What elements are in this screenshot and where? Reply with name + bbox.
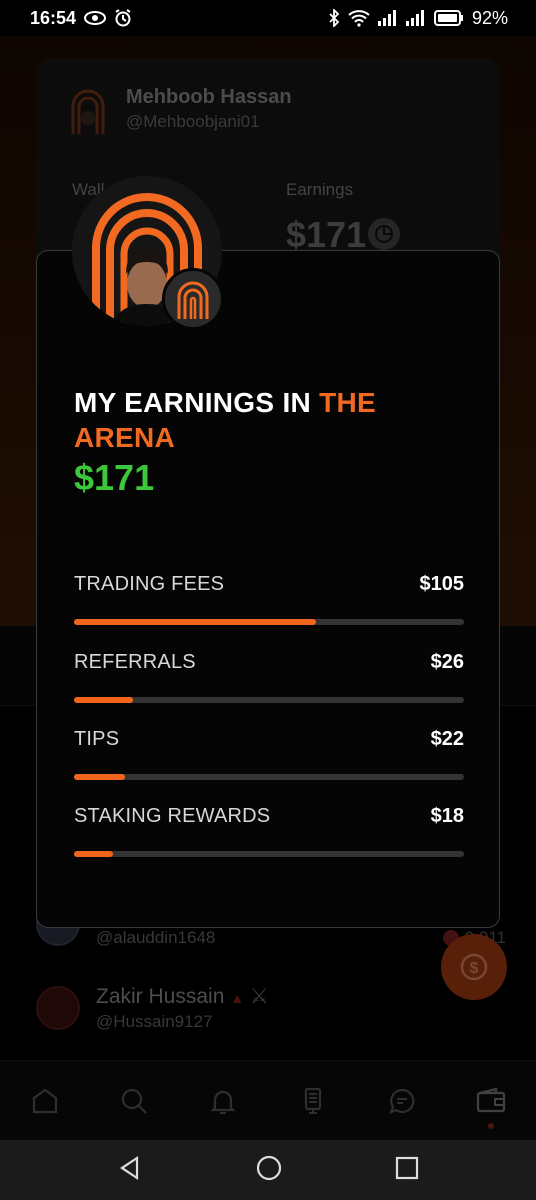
earnings-value: $22 — [430, 728, 464, 750]
battery-percent: 92% — [471, 7, 508, 28]
back-icon — [119, 1155, 138, 1180]
recents-button[interactable] — [395, 1156, 419, 1185]
system-nav-bar — [0, 1140, 536, 1200]
wifi-icon — [348, 9, 370, 27]
arena-logo-badge — [162, 268, 224, 330]
earnings-row-staking-rewards: STAKING REWARDS $18 — [74, 805, 464, 865]
home-button[interactable] — [256, 1155, 282, 1186]
earnings-label: TRADING FEES — [74, 573, 225, 595]
signal-icon — [377, 10, 398, 26]
status-bar: 16:54 92% — [0, 0, 536, 36]
progress-track — [74, 774, 464, 780]
earnings-row-referrals: REFERRALS $26 — [74, 651, 464, 711]
earnings-label: TIPS — [74, 728, 120, 750]
earnings-label: REFERRALS — [74, 651, 196, 673]
earnings-row-tips: TIPS $22 — [74, 728, 464, 788]
back-button[interactable] — [117, 1155, 143, 1186]
arena-logo-icon — [177, 281, 209, 319]
earnings-value: $18 — [430, 805, 464, 827]
progress-fill — [74, 697, 133, 703]
modal-title: MY EARNINGS IN THE ARENA — [74, 387, 377, 453]
earnings-value: $26 — [430, 651, 464, 673]
progress-track — [74, 851, 464, 857]
progress-fill — [74, 774, 125, 780]
progress-track — [74, 619, 464, 625]
signal-icon-2 — [405, 10, 426, 26]
recents-icon — [396, 1156, 419, 1179]
earnings-row-trading-fees: TRADING FEES $105 — [74, 573, 464, 633]
eye-icon — [84, 11, 107, 25]
progress-fill — [74, 619, 316, 625]
home-circle-icon — [256, 1155, 282, 1180]
earnings-modal: MY EARNINGS IN THE ARENA $171 TRADING FE… — [36, 250, 500, 928]
earnings-value: $105 — [419, 573, 465, 595]
bluetooth-icon — [328, 9, 340, 27]
battery-icon — [433, 10, 464, 26]
progress-fill — [74, 851, 113, 857]
total-earnings: $171 — [74, 457, 155, 498]
earnings-label: STAKING REWARDS — [74, 805, 271, 827]
status-time: 16:54 — [30, 7, 77, 28]
alarm-icon — [114, 9, 132, 27]
progress-track — [74, 697, 464, 703]
